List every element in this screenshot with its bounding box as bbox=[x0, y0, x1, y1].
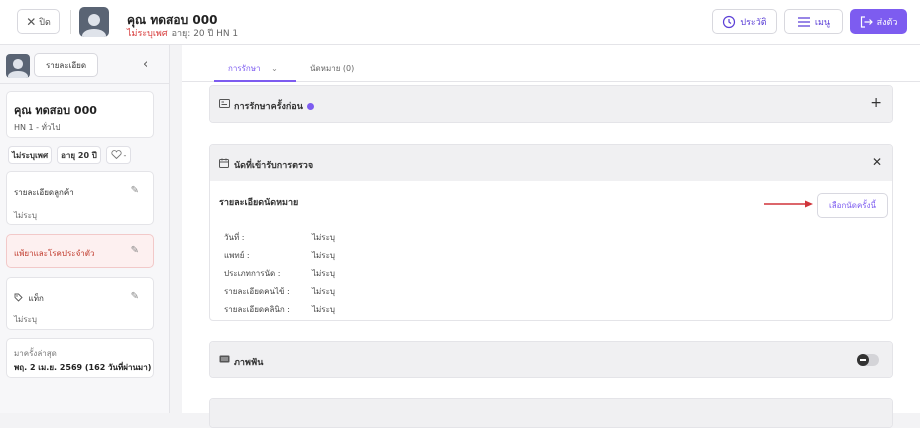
tag-label: แท็ก bbox=[28, 294, 44, 303]
chevron-down-icon: - bbox=[123, 150, 127, 160]
scroll-gutter bbox=[170, 45, 182, 413]
dental-photos-panel[interactable]: ภาพฟัน bbox=[209, 341, 893, 378]
edit-icon[interactable]: ✎ bbox=[131, 245, 139, 256]
patient-sidebar: รายละเอียด ‹ คุณ ทดสอบ 000 HN 1 - ทั่วไป… bbox=[0, 45, 170, 413]
patient-card: คุณ ทดสอบ 000 HN 1 - ทั่วไป bbox=[6, 91, 154, 138]
heart-pulse-icon bbox=[110, 149, 122, 161]
tag-value: ไม่ระบุ bbox=[14, 315, 37, 324]
previous-treatment-title: การรักษาครั้งก่อน bbox=[234, 99, 314, 113]
appointment-type-value: ไม่ระบุ bbox=[312, 269, 335, 278]
menu-label: เมนู bbox=[814, 17, 831, 28]
menu-button[interactable]: เมนู bbox=[784, 9, 843, 34]
main-content: การรักษา ⌄ นัดหมาย (0) การรักษาครั้งก่อน… bbox=[182, 45, 920, 428]
id-card-icon bbox=[219, 99, 230, 111]
age-chip: อายุ 20 ปี bbox=[57, 146, 101, 164]
close-icon[interactable]: ✕ bbox=[872, 155, 882, 169]
appointment-panel: นัดที่เข้ารับการตรวจ ✕ รายละเอียดนัดหมาย… bbox=[209, 144, 893, 321]
detail-button[interactable]: รายละเอียด bbox=[34, 53, 98, 77]
age-hn: อายุ: 20 ปี HN 1 bbox=[171, 29, 239, 39]
choose-appointment-button[interactable]: เลือกนัดครั้งนี้ bbox=[817, 193, 888, 218]
tag-title: แท็ก bbox=[14, 292, 44, 305]
hamburger-icon bbox=[797, 16, 811, 28]
panel-header bbox=[210, 399, 892, 427]
appointment-type-label: ประเภทการนัด : bbox=[224, 269, 281, 278]
divider bbox=[0, 83, 170, 84]
previous-treatment-panel[interactable]: การรักษาครั้งก่อน + bbox=[209, 85, 893, 123]
collapsed-panel[interactable] bbox=[209, 398, 893, 428]
close-icon: ✕ bbox=[26, 14, 37, 29]
tab-treatment[interactable]: การรักษา ⌄ bbox=[228, 62, 278, 75]
arrow-icon bbox=[764, 200, 813, 208]
appointment-detail-title: รายละเอียดนัดหมาย bbox=[219, 198, 299, 208]
send-label: ส่งตัว bbox=[876, 17, 898, 28]
date-value: ไม่ระบุ bbox=[312, 233, 335, 242]
sidebar-avatar bbox=[6, 54, 30, 78]
panel-header: นัดที่เข้ารับการตรวจ ✕ bbox=[210, 145, 892, 181]
patient-detail-value: ไม่ระบุ bbox=[312, 287, 335, 296]
panel-header: การรักษาครั้งก่อน + bbox=[210, 86, 892, 122]
last-visit-title: มาครั้งล่าสุด bbox=[14, 349, 57, 358]
tab-bar: การรักษา ⌄ นัดหมาย (0) bbox=[182, 45, 920, 82]
send-button[interactable]: ส่งตัว bbox=[850, 9, 907, 34]
status-dot bbox=[306, 103, 314, 110]
edit-icon[interactable]: ✎ bbox=[131, 185, 139, 196]
active-tab-indicator bbox=[214, 80, 296, 82]
top-bar: ✕ ปิด คุณ ทดสอบ 000 ไม่ระบุเพศ อายุ: 20 ป… bbox=[0, 0, 920, 45]
history-button[interactable]: ประวัติ bbox=[712, 9, 777, 34]
tag-card: แท็ก ✎ ไม่ระบุ bbox=[6, 277, 154, 330]
clinic-detail-value: ไม่ระบุ bbox=[312, 305, 335, 314]
panel-header: ภาพฟัน bbox=[210, 342, 892, 377]
edit-icon[interactable]: ✎ bbox=[131, 291, 139, 302]
tab-appointments[interactable]: นัดหมาย (0) bbox=[310, 62, 354, 75]
divider bbox=[70, 10, 71, 34]
previous-treatment-label: การรักษาครั้งก่อน bbox=[234, 102, 303, 112]
last-visit-card: มาครั้งล่าสุด พฤ. 2 เม.ย. 2569 (162 วันท… bbox=[6, 338, 154, 378]
patient-avatar bbox=[79, 7, 109, 37]
doctor-label: แพทย์ : bbox=[224, 251, 250, 260]
gender-chip: ไม่ระบุเพศ bbox=[8, 146, 52, 164]
allergy-card: แพ้ยาและโรคประจำตัว ✎ bbox=[6, 234, 154, 268]
calendar-icon bbox=[219, 158, 229, 171]
customer-detail-title: รายละเอียดลูกค้า bbox=[14, 188, 74, 197]
date-label: วันที่ : bbox=[224, 233, 245, 242]
send-icon bbox=[860, 15, 873, 28]
history-label: ประวัติ bbox=[740, 17, 767, 28]
patient-subinfo: ไม่ระบุเพศ อายุ: 20 ปี HN 1 bbox=[127, 26, 238, 40]
close-label: ปิด bbox=[39, 17, 51, 28]
last-visit-value: พฤ. 2 เม.ย. 2569 (162 วันที่ผ่านมา) bbox=[14, 363, 152, 372]
chevron-left-icon[interactable]: ‹ bbox=[143, 57, 148, 72]
customer-detail-card: รายละเอียดลูกค้า ✎ ไม่ระบุ bbox=[6, 171, 154, 225]
tag-icon bbox=[14, 293, 29, 303]
gender-status: ไม่ระบุเพศ bbox=[127, 29, 168, 39]
tab-treatment-label: การรักษา bbox=[228, 64, 261, 73]
clinic-detail-label: รายละเอียดคลินิก : bbox=[224, 305, 290, 314]
health-chip[interactable]: - bbox=[106, 146, 131, 164]
close-button[interactable]: ✕ ปิด bbox=[17, 9, 60, 34]
appointment-title: นัดที่เข้ารับการตรวจ bbox=[234, 161, 314, 171]
doctor-value: ไม่ระบุ bbox=[312, 251, 335, 260]
allergy-title: แพ้ยาและโรคประจำตัว bbox=[14, 249, 95, 258]
chevron-down-icon: ⌄ bbox=[271, 64, 278, 73]
dental-photos-title: ภาพฟัน bbox=[234, 358, 264, 368]
history-icon bbox=[722, 15, 736, 29]
keyboard-icon bbox=[219, 355, 230, 366]
sidebar-patient-name: คุณ ทดสอบ 000 bbox=[14, 104, 97, 117]
customer-detail-value: ไม่ระบุ bbox=[14, 211, 37, 220]
photos-toggle[interactable] bbox=[857, 354, 879, 366]
sidebar-hn-type: HN 1 - ทั่วไป bbox=[14, 123, 61, 132]
patient-detail-label: รายละเอียดคนไข้ : bbox=[224, 287, 290, 296]
plus-icon[interactable]: + bbox=[870, 95, 882, 111]
